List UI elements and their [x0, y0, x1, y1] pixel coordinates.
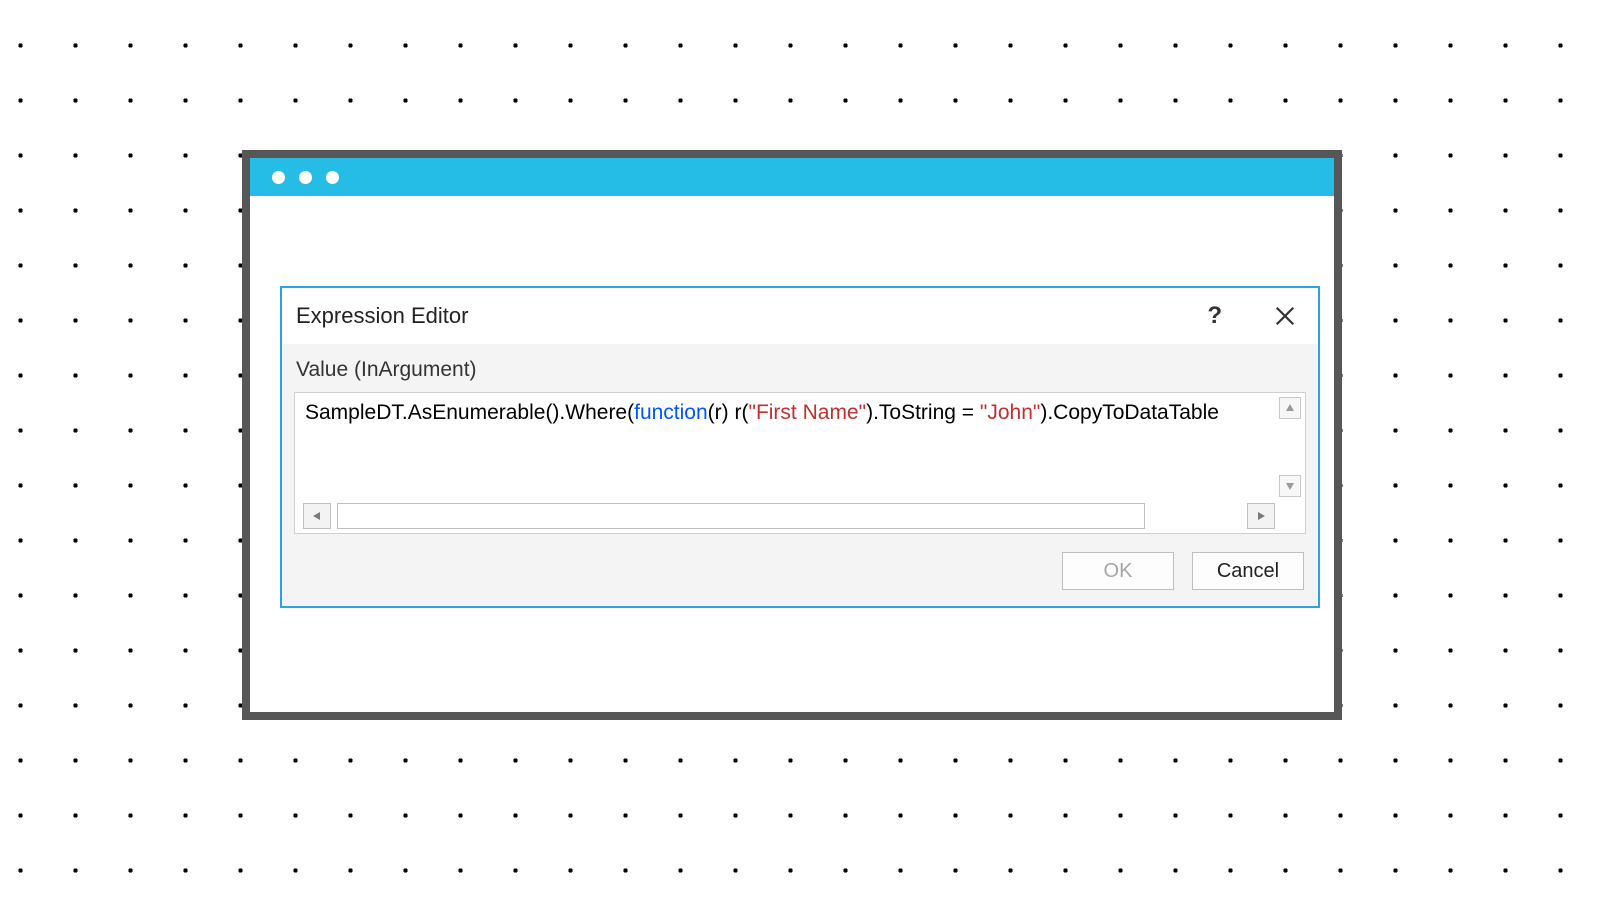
expression-text: SampleDT.AsEnumerable().Where(function(r…: [305, 401, 1269, 425]
dialog-header: Expression Editor ?: [282, 288, 1318, 344]
scroll-up-button[interactable]: [1279, 397, 1301, 419]
window-dot-icon: [272, 171, 285, 184]
triangle-down-icon: [1285, 481, 1295, 491]
app-window: Expression Editor ? Value (InArgument) S…: [242, 150, 1342, 720]
scrollbar-spacer: [1151, 503, 1241, 529]
code-segment: SampleDT.AsEnumerable().Where(: [305, 401, 634, 424]
window-dot-icon: [299, 171, 312, 184]
expression-editor-dialog: Expression Editor ? Value (InArgument) S…: [280, 286, 1320, 608]
titlebar[interactable]: [250, 158, 1334, 196]
window-dot-icon: [326, 171, 339, 184]
horizontal-scrollbar[interactable]: [303, 503, 1275, 529]
code-segment: ).ToString =: [866, 401, 980, 424]
triangle-up-icon: [1285, 403, 1295, 413]
close-button[interactable]: [1274, 305, 1296, 327]
code-keyword: function: [634, 401, 708, 424]
scroll-down-button[interactable]: [1279, 475, 1301, 497]
triangle-left-icon: [312, 511, 322, 521]
dialog-title: Expression Editor: [296, 303, 468, 329]
close-icon: [1274, 305, 1296, 327]
window-body: Expression Editor ? Value (InArgument) S…: [250, 196, 1334, 712]
help-button[interactable]: ?: [1207, 302, 1222, 330]
dialog-header-controls: ?: [1207, 302, 1302, 330]
ok-button[interactable]: OK: [1062, 552, 1174, 590]
triangle-right-icon: [1256, 511, 1266, 521]
cancel-button[interactable]: Cancel: [1192, 552, 1304, 590]
code-string: "John": [980, 401, 1040, 424]
code-string: "First Name": [748, 401, 866, 424]
scroll-left-button[interactable]: [303, 503, 331, 529]
expression-input[interactable]: SampleDT.AsEnumerable().Where(function(r…: [294, 392, 1306, 534]
code-segment: (r) r(: [708, 401, 749, 424]
vertical-scrollbar[interactable]: [1275, 393, 1305, 501]
code-segment: ).CopyToDataTable: [1040, 401, 1219, 424]
scroll-right-button[interactable]: [1247, 503, 1275, 529]
dialog-footer: OK Cancel: [282, 540, 1318, 606]
scrollbar-track[interactable]: [337, 503, 1145, 529]
dialog-subheader: Value (InArgument): [282, 344, 1318, 392]
